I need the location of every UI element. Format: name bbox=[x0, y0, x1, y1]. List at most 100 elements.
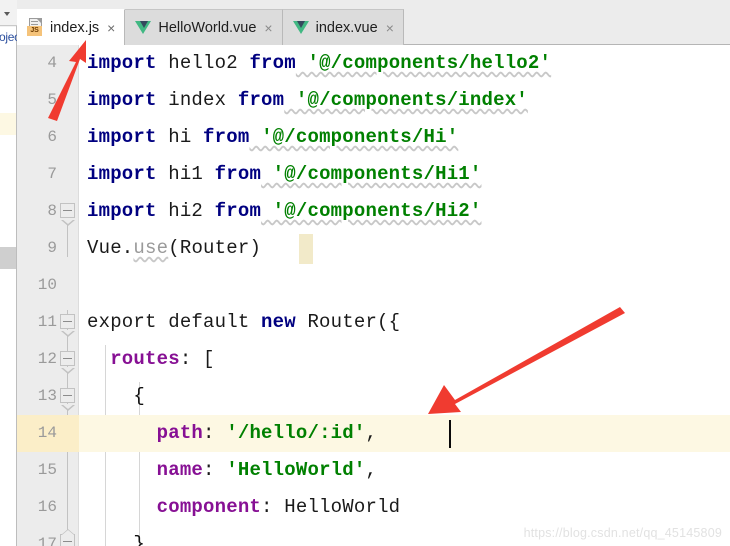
line-content[interactable]: import hi from '@/components/Hi' bbox=[87, 119, 458, 156]
fold-marker-route-object-end[interactable] bbox=[60, 529, 77, 546]
token-keyword-from: from bbox=[203, 126, 250, 148]
token-identifier: hi1 bbox=[156, 163, 215, 185]
line-number: 9 bbox=[47, 239, 57, 257]
token-args: (Router) bbox=[168, 237, 262, 259]
tab-label-index-js: index.js bbox=[50, 19, 100, 36]
tab-label-helloworld-vue: HelloWorld.vue bbox=[158, 19, 257, 36]
token-property: name bbox=[87, 459, 204, 481]
chevron-down-icon[interactable] bbox=[4, 12, 10, 16]
line-number: 10 bbox=[37, 276, 57, 294]
code-row[interactable]: 15 name: 'HelloWorld', bbox=[17, 452, 730, 489]
vue-file-icon bbox=[135, 20, 152, 35]
token-keyword-from: from bbox=[214, 200, 262, 222]
text-caret bbox=[449, 420, 451, 448]
token-identifier: index bbox=[156, 89, 238, 111]
token-constructor-call: Router({ bbox=[295, 311, 401, 333]
token-method: use bbox=[133, 237, 169, 259]
fold-marker-route-object[interactable] bbox=[60, 388, 77, 411]
code-row[interactable]: 13 { bbox=[17, 378, 730, 415]
fold-marker-imports[interactable] bbox=[60, 203, 77, 226]
token-keyword-from: from bbox=[214, 163, 262, 185]
line-number: 6 bbox=[47, 128, 57, 146]
token-property: component bbox=[87, 496, 262, 518]
code-row[interactable]: 12 routes: [ bbox=[17, 341, 730, 378]
token-string: 'HelloWorld' bbox=[226, 459, 366, 481]
tab-close-icon[interactable]: × bbox=[264, 21, 272, 35]
tab-close-icon[interactable]: × bbox=[386, 21, 394, 35]
selection-highlight bbox=[299, 234, 313, 264]
token-string: '@/components/index' bbox=[284, 89, 528, 111]
line-number: 7 bbox=[47, 165, 57, 183]
line-number: 5 bbox=[47, 91, 57, 109]
fold-marker-router-export[interactable] bbox=[60, 314, 77, 337]
project-panel-scrollbar-thumb[interactable] bbox=[0, 247, 16, 269]
token-string: '@/components/Hi' bbox=[249, 126, 459, 148]
line-content[interactable]: export default new Router({ bbox=[87, 304, 400, 341]
token-colon: : bbox=[261, 496, 285, 518]
token-identifier: hello2 bbox=[156, 52, 250, 74]
token-colon: : bbox=[203, 422, 227, 444]
vue-file-icon bbox=[292, 20, 310, 35]
token-keyword: import bbox=[87, 163, 157, 185]
js-file-icon: JS bbox=[27, 18, 44, 37]
token-string: '@/components/Hi2' bbox=[261, 200, 482, 222]
token-keyword-from: from bbox=[237, 89, 285, 111]
line-content[interactable]: Vue.use(Router) bbox=[87, 230, 261, 267]
code-row[interactable]: 4 import hello2 from '@/components/hello… bbox=[17, 45, 730, 82]
line-number: 16 bbox=[37, 498, 57, 516]
code-editor[interactable]: 4 import hello2 from '@/components/hello… bbox=[17, 45, 730, 546]
token-keyword-new: new bbox=[261, 311, 296, 333]
token-comma: , bbox=[365, 422, 378, 444]
code-lines[interactable]: 4 import hello2 from '@/components/hello… bbox=[17, 45, 730, 546]
token-identifier: hi2 bbox=[156, 200, 215, 222]
line-number: 14 bbox=[17, 415, 79, 452]
token-string: '/hello/:id' bbox=[226, 422, 366, 444]
code-row[interactable]: 11 export default new Router({ bbox=[17, 304, 730, 341]
line-content[interactable]: name: 'HelloWorld', bbox=[87, 452, 377, 489]
line-content[interactable]: import index from '@/components/index' bbox=[87, 82, 528, 119]
tab-index-vue[interactable]: index.vue × bbox=[282, 9, 404, 45]
fold-marker-routes-array[interactable] bbox=[60, 351, 77, 374]
token-colon: : bbox=[203, 459, 227, 481]
code-row[interactable]: 9 Vue.use(Router) bbox=[17, 230, 730, 267]
tab-list: JS index.js × HelloWorld.vue × index.vue… bbox=[17, 9, 404, 45]
line-content[interactable]: path: '/hello/:id', bbox=[87, 415, 377, 452]
code-row[interactable]: 10 bbox=[17, 267, 730, 304]
line-content[interactable]: component: HelloWorld bbox=[87, 489, 400, 526]
tab-index-js[interactable]: JS index.js × bbox=[17, 9, 126, 45]
tab-helloworld-vue[interactable]: HelloWorld.vue × bbox=[125, 9, 283, 45]
token-property: path bbox=[87, 422, 204, 444]
line-content[interactable]: import hi1 from '@/components/Hi1' bbox=[87, 156, 482, 193]
tab-label-index-vue: index.vue bbox=[315, 19, 378, 36]
project-panel-selected-row[interactable] bbox=[0, 113, 16, 135]
token-keyword: import bbox=[87, 126, 157, 148]
code-row[interactable]: 5 import index from '@/components/index' bbox=[17, 82, 730, 119]
code-row[interactable]: 8 import hi2 from '@/components/Hi2' bbox=[17, 193, 730, 230]
editor-tab-bar: JS index.js × HelloWorld.vue × index.vue… bbox=[17, 0, 730, 45]
watermark: https://blog.csdn.net/qq_45145809 bbox=[523, 526, 722, 540]
line-number: 4 bbox=[47, 54, 57, 72]
line-content[interactable]: import hi2 from '@/components/Hi2' bbox=[87, 193, 482, 230]
code-row[interactable]: 7 import hi1 from '@/components/Hi1' bbox=[17, 156, 730, 193]
token-property: routes bbox=[87, 348, 180, 370]
project-panel-sliver[interactable]: oject bbox=[0, 0, 17, 546]
token-object: Vue. bbox=[87, 237, 134, 259]
line-content[interactable]: { bbox=[87, 378, 145, 415]
code-row[interactable]: 16 component: HelloWorld bbox=[17, 489, 730, 526]
project-panel-label: oject bbox=[0, 30, 17, 44]
line-content[interactable]: }, bbox=[87, 526, 157, 546]
token-string: '@/components/hello2' bbox=[295, 52, 552, 74]
line-content[interactable]: import hello2 from '@/components/hello2' bbox=[87, 45, 551, 82]
token-keyword: import bbox=[87, 200, 157, 222]
project-panel-header[interactable] bbox=[0, 0, 17, 26]
token-comma: , bbox=[365, 459, 378, 481]
tab-close-icon[interactable]: × bbox=[107, 21, 115, 35]
code-row[interactable]: 6 import hi from '@/components/Hi' bbox=[17, 119, 730, 156]
token-keyword: import bbox=[87, 52, 157, 74]
token-string: '@/components/Hi1' bbox=[261, 163, 482, 185]
code-row-current[interactable]: 14 path: '/hello/:id', bbox=[17, 415, 730, 452]
token-keyword-from: from bbox=[249, 52, 296, 74]
line-content[interactable]: routes: [ bbox=[87, 341, 215, 378]
project-panel-body[interactable] bbox=[0, 27, 16, 546]
line-number: 15 bbox=[37, 461, 57, 479]
